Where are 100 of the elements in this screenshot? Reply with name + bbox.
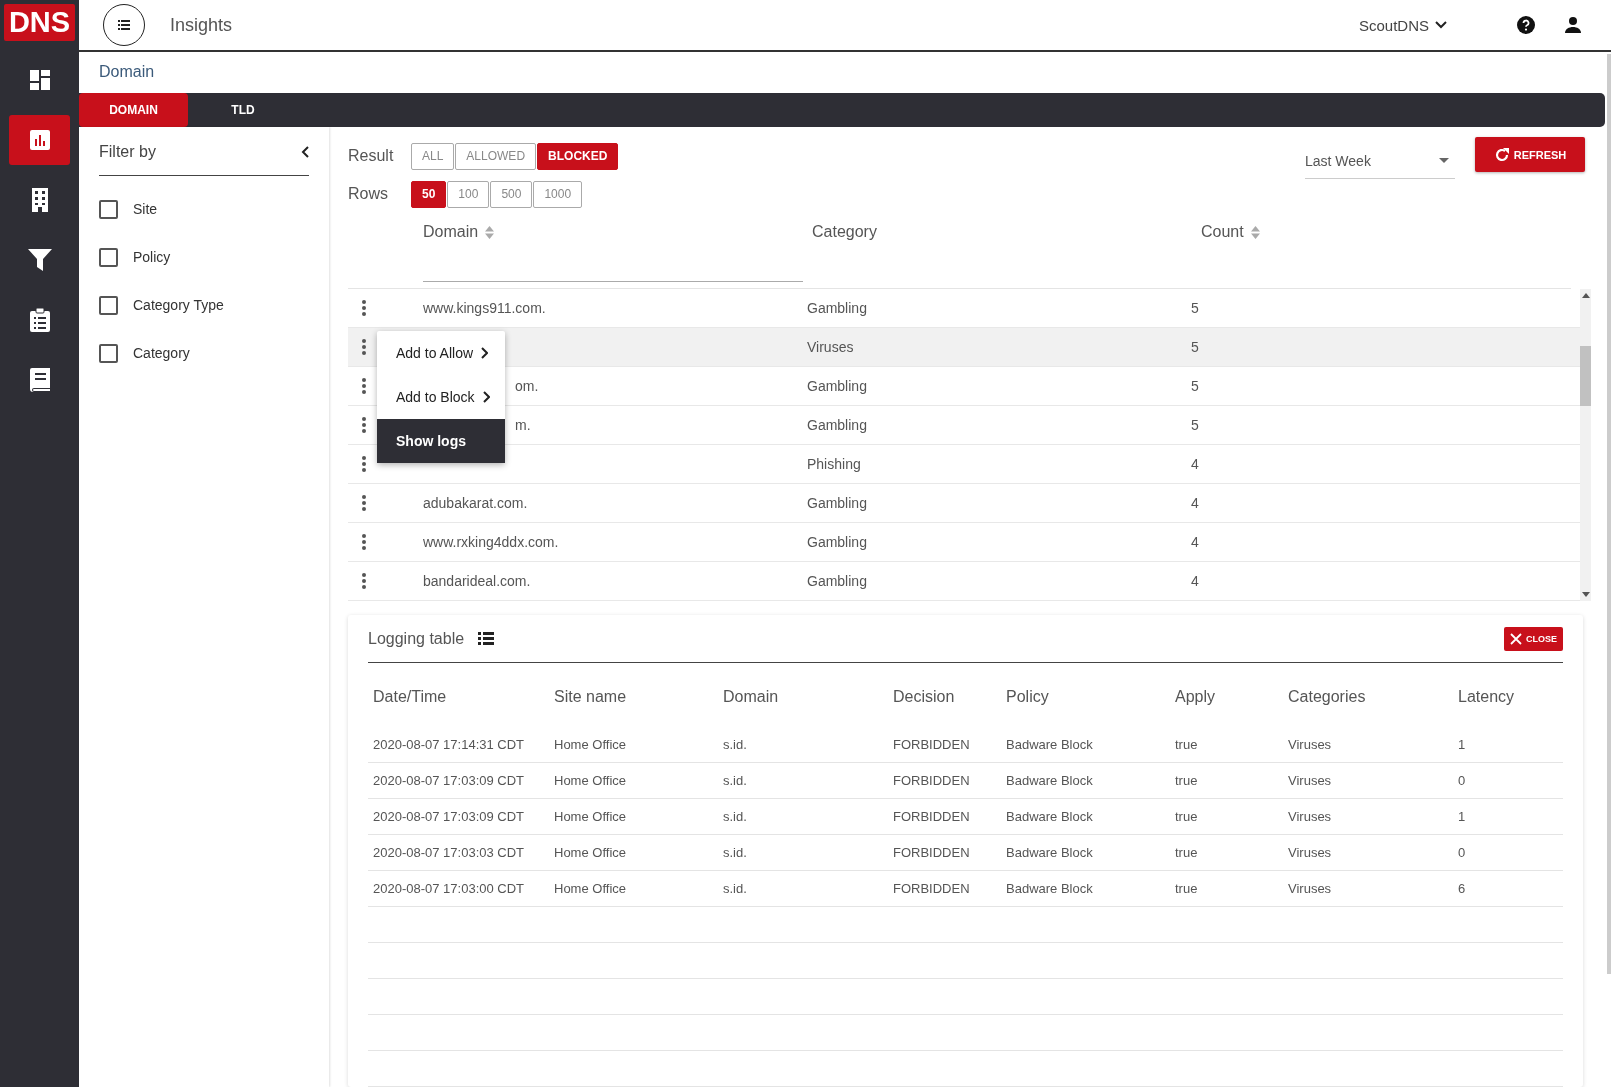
table-cell: www.kings911.com. [423, 300, 546, 316]
table-cell-text: Home Office [554, 737, 627, 752]
table-cell-text: Badware Block [1006, 773, 1094, 788]
logging-title: Logging table [368, 629, 465, 648]
tab[interactable]: DOMAIN [79, 93, 188, 127]
table-cell-text: 0 [1458, 773, 1467, 788]
column-header: Policy [1006, 688, 1050, 706]
close-icon [1510, 632, 1522, 645]
table-cell-text: 2020-08-07 17:03:09 CDT [373, 809, 526, 824]
checkbox-label: Category [133, 345, 190, 361]
chevron-left-icon[interactable] [301, 146, 309, 158]
column-header[interactable]: Count [1201, 223, 1591, 242]
column-header: Apply [1175, 688, 1217, 706]
table-cell-text: Viruses [1288, 773, 1333, 788]
checkbox-label: Site [133, 201, 158, 217]
more-icon[interactable] [362, 495, 366, 511]
filter-toggle[interactable]: ALLOWED [455, 142, 537, 170]
table-cell-text: s.id. [723, 809, 748, 824]
filter-toggle[interactable]: ALL [411, 142, 455, 170]
more-icon[interactable] [362, 339, 366, 355]
table-cell-text: 1 [1458, 737, 1467, 752]
table-cell: bandarideal.com. [423, 573, 531, 589]
table-cell-text: Viruses [1288, 737, 1333, 752]
table-cell-text: Home Office [554, 881, 627, 896]
user-icon[interactable] [1565, 17, 1581, 33]
rows-toggle[interactable]: 1000 [533, 180, 583, 208]
page-scrollbar[interactable] [1607, 54, 1611, 974]
result-label: Result [348, 147, 395, 165]
table-cell-text: 2020-08-07 17:14:31 CDT [373, 737, 526, 752]
rows-label: Rows [348, 185, 389, 203]
table-cell-text: Gambling [807, 300, 868, 316]
tab[interactable]: TLD [188, 93, 298, 127]
column-header: Date/Time [373, 688, 448, 706]
page-title: Insights [170, 14, 233, 36]
table-cell-text: FORBIDDEN [893, 737, 971, 752]
table-row[interactable]: bandarideal.com. Gambling 4 [348, 562, 1580, 601]
chevron-right-icon [482, 391, 490, 403]
table-cell-text: 5 [1191, 300, 1200, 316]
table-cell-text: FORBIDDEN [893, 845, 971, 860]
dashboard-icon [29, 70, 50, 90]
column-header[interactable]: Domain [423, 223, 812, 242]
table-cell-text: FORBIDDEN [893, 881, 971, 896]
rows-toggle[interactable]: 500 [490, 180, 533, 208]
more-icon[interactable] [362, 300, 366, 316]
table-cell: adubakarat.com. [423, 495, 528, 511]
menu-button[interactable] [103, 4, 145, 46]
chevron-right-icon [481, 347, 489, 359]
filter-icon [27, 249, 52, 271]
checkbox[interactable] [99, 343, 118, 363]
rows-toggle[interactable]: 100 [447, 180, 490, 208]
table-cell-text: s.id. [723, 737, 748, 752]
table-row[interactable]: adubakarat.com. Gambling 4 [348, 484, 1580, 523]
logo: DNS [3, 4, 76, 41]
period-select[interactable]: Last Week [1305, 143, 1455, 179]
table-cell-text: true [1175, 809, 1199, 824]
table-cell-text: 2020-08-07 17:03:09 CDT [373, 773, 526, 788]
refresh-button[interactable]: REFRESH [1475, 137, 1585, 172]
table-cell-text: FORBIDDEN [893, 809, 971, 824]
scrollbar[interactable] [1580, 289, 1591, 601]
column-header: Categories [1288, 688, 1367, 706]
account-dropdown[interactable]: ScoutDNS [1352, 15, 1453, 35]
more-icon[interactable] [362, 573, 366, 589]
table-cell-text: 5 [1191, 378, 1200, 394]
table-cell-text: Viruses [1288, 881, 1333, 896]
table-cell-text: Badware Block [1006, 737, 1094, 752]
table-cell-text: Badware Block [1006, 809, 1094, 824]
checkbox[interactable] [99, 295, 118, 315]
table-cell-text: 4 [1191, 456, 1200, 472]
scroll-thumb[interactable] [1580, 346, 1591, 406]
table-cell-text: Home Office [554, 845, 627, 860]
table-cell-text: Gambling [807, 495, 868, 511]
table-cell-text: Viruses [1288, 809, 1333, 824]
more-icon[interactable] [362, 456, 366, 472]
filter-title: Filter by [99, 143, 156, 161]
table-row[interactable]: www.rxking4ddx.com. Gambling 4 [348, 523, 1580, 562]
table-cell: m. [515, 417, 531, 433]
checkbox[interactable] [99, 247, 118, 267]
clipboard-icon [29, 308, 50, 332]
table-cell-text: 1 [1458, 809, 1467, 824]
column-header[interactable]: Category [812, 223, 1201, 242]
more-icon[interactable] [362, 534, 366, 550]
rows-toggle[interactable]: 50 [411, 180, 447, 208]
table-cell-text: true [1175, 773, 1199, 788]
more-icon[interactable] [362, 378, 366, 394]
table-cell-text: Viruses [807, 339, 855, 355]
bar-chart-icon [29, 130, 50, 150]
table-cell-text: FORBIDDEN [893, 773, 971, 788]
help-icon[interactable] [1517, 16, 1535, 34]
menu-item[interactable]: Show logs [377, 419, 505, 463]
table-cell-text: Gambling [807, 534, 868, 550]
list-icon [118, 20, 130, 30]
refresh-icon [1493, 146, 1510, 163]
filter-toggle[interactable]: BLOCKED [537, 142, 619, 170]
column-header: Decision [893, 688, 956, 706]
checkbox[interactable] [99, 199, 118, 219]
nav-item[interactable] [9, 115, 70, 165]
column-header: Latency [1458, 688, 1516, 706]
close-button[interactable]: CLOSE [1504, 626, 1563, 651]
more-icon[interactable] [362, 417, 366, 433]
table-cell: om. [515, 378, 539, 394]
